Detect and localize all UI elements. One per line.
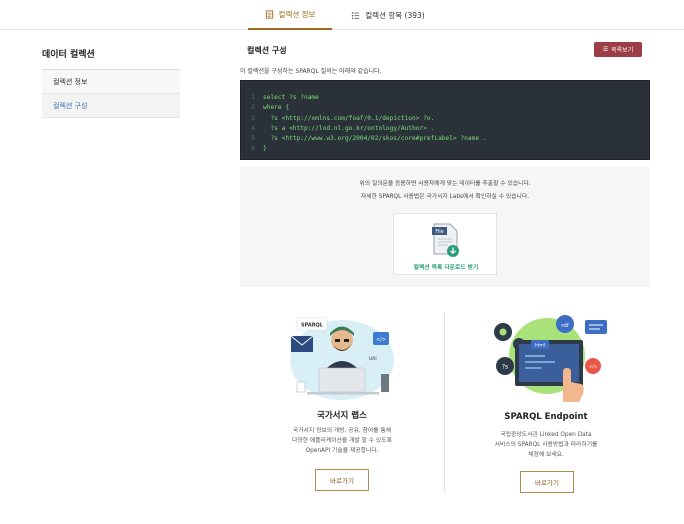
file-label: File bbox=[435, 229, 443, 235]
go-labs-button[interactable]: 바로가기 bbox=[315, 469, 369, 491]
list-icon: ☰ bbox=[602, 46, 609, 53]
desc-line: OpenAPI 기술을 제공합니다. bbox=[305, 448, 379, 454]
download-label: 컬렉션 목록 다운로드 받기 bbox=[413, 265, 479, 271]
code-text: ?s <http://xmlns.com/foaf/0.1/depiction>… bbox=[263, 114, 435, 122]
list-view-button[interactable]: ☰ 목록보기 bbox=[594, 42, 642, 57]
sparql-code-block: 1 select ?s ?name 2 where { 3 ?s <http://x… bbox=[240, 80, 650, 160]
page-title: 컬렉션 구성 bbox=[247, 46, 287, 55]
code-tag: </> bbox=[588, 364, 597, 370]
document-icon bbox=[265, 9, 273, 19]
tab-collection-items[interactable]: 컬렉션 항목 (393) bbox=[346, 0, 430, 30]
html-tag: html bbox=[535, 343, 545, 349]
info-text-1: 위의 질의문을 응용하면 사용자에게 맞는 데이터를 추출할 수 있습니다. bbox=[359, 181, 531, 187]
line-number: 5 bbox=[251, 135, 255, 143]
tab-bar: 컬렉션 정보 컬렉션 항목 (393) bbox=[0, 0, 684, 30]
tab-label: 컬렉션 정보 bbox=[278, 9, 316, 19]
card-divider bbox=[444, 312, 445, 492]
download-collection-button[interactable]: File 컬렉션 목록 다운로드 받기 bbox=[393, 213, 497, 275]
code-line: 4 ?s a <http://lod.nl.go.kr/ontology/Aut… bbox=[241, 124, 649, 134]
card-title-endpoint: SPARQL Endpoint bbox=[504, 412, 588, 422]
rdf-tag: rdf bbox=[561, 323, 570, 329]
file-download-icon: File bbox=[432, 223, 459, 257]
sidebar-title: 데이터 컬렉션 bbox=[42, 50, 95, 60]
code-line: 2 where { bbox=[241, 103, 649, 113]
sidebar-menu: 컬렉션 정보 컬렉션 구성 bbox=[42, 69, 180, 118]
card-description-endpoint: 국립중앙도서관 Linked Open Data 서비스의 SPARQL 사용방… bbox=[456, 430, 636, 460]
tab-collection-info[interactable]: 컬렉션 정보 bbox=[248, 0, 332, 30]
code-text: select ?s ?name bbox=[263, 94, 319, 101]
uri-tag: URI bbox=[369, 356, 377, 362]
sidebar-item-collection-info[interactable]: 컬렉션 정보 bbox=[42, 70, 180, 94]
line-number: 4 bbox=[251, 124, 255, 132]
line-number: 3 bbox=[251, 114, 255, 122]
go-endpoint-button[interactable]: 바로가기 bbox=[520, 471, 574, 493]
sparql-endpoint-illustration: rdf html ?s </> bbox=[494, 315, 607, 402]
card-title-labs: 국가서지 랩스 bbox=[317, 411, 367, 421]
code-text: } bbox=[263, 145, 267, 153]
code-text: ?s a <http://lod.nl.go.kr/ontology/Autho… bbox=[263, 124, 435, 132]
code-tag: </> bbox=[376, 337, 386, 343]
line-number: 2 bbox=[251, 104, 255, 112]
desc-line: 체험해 보세요. bbox=[528, 452, 564, 458]
usage-info-box: 위의 질의문을 응용하면 사용자에게 맞는 데이터를 추출할 수 있습니다. 자… bbox=[240, 167, 650, 287]
query-var-tag: ?s bbox=[502, 364, 508, 371]
code-text: ?s <http://www.w3.org/2004/02/skos/core#… bbox=[263, 135, 487, 143]
line-number: 6 bbox=[251, 145, 255, 153]
code-line: 1 select ?s ?name bbox=[241, 93, 649, 103]
list-view-label: 목록보기 bbox=[611, 47, 634, 54]
desc-line: 다양한 애플리케이션을 개발 할 수 있도록 bbox=[292, 438, 392, 444]
code-line: 6} bbox=[241, 144, 649, 154]
code-text: where { bbox=[263, 104, 290, 112]
desc-line: 국립중앙도서관 Linked Open Data bbox=[500, 432, 592, 438]
developer-illustration: SPARQL </> URI bbox=[290, 317, 394, 400]
desc-line: 서비스의 SPARQL 사용방법과 따라하기를 bbox=[494, 442, 598, 448]
list-icon bbox=[352, 11, 360, 19]
sidebar-item-collection-config[interactable]: 컬렉션 구성 bbox=[42, 94, 180, 118]
desc-line: 국가서지 정보의 개방, 공유, 참여를 통해 bbox=[292, 428, 392, 434]
code-line: 3 ?s <http://xmlns.com/foaf/0.1/depictio… bbox=[241, 114, 649, 124]
info-text-2: 자세한 SPARQL 사용법은 국가서지 Labs에서 확인하실 수 있습니다. bbox=[360, 194, 530, 200]
card-description-labs: 국가서지 정보의 개방, 공유, 참여를 통해 다양한 애플리케이션을 개발 할… bbox=[252, 426, 432, 456]
tab-label: 컬렉션 항목 (393) bbox=[365, 10, 425, 20]
query-description: 이 컬렉션을 구성하는 SPARQL 질의는 아래와 같습니다. bbox=[240, 68, 382, 75]
sparql-tag: SPARQL bbox=[301, 323, 324, 329]
code-line: 5 ?s <http://www.w3.org/2004/02/skos/cor… bbox=[241, 134, 649, 144]
line-number: 1 bbox=[251, 94, 255, 101]
